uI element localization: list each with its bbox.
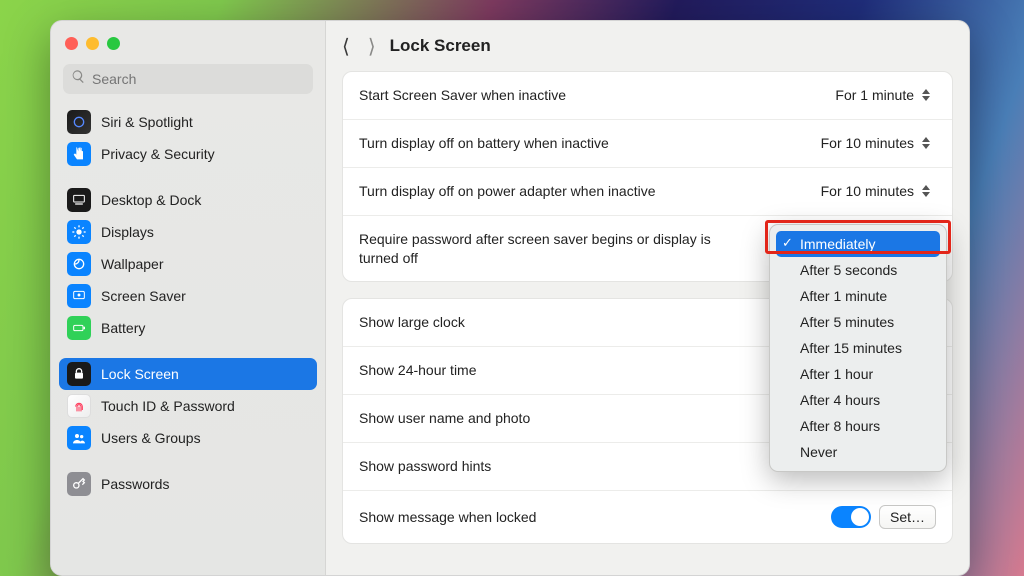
lock-icon: [67, 362, 91, 386]
siri-icon: [67, 110, 91, 134]
sidebar-item-label: Siri & Spotlight: [101, 114, 193, 130]
dropdown-option[interactable]: After 15 minutes: [776, 335, 940, 361]
sidebar-item-label: Displays: [101, 224, 154, 240]
sidebar: Siri & Spotlight Privacy & Security Desk…: [51, 21, 326, 575]
setting-popup-button[interactable]: For 10 minutes: [821, 182, 936, 200]
sidebar-item-users[interactable]: Users & Groups: [59, 422, 317, 454]
setting-display-off-adapter: Turn display off on power adapter when i…: [343, 168, 952, 216]
toggle-switch[interactable]: [831, 506, 871, 528]
sidebar-item-label: Passwords: [101, 476, 169, 492]
require-password-dropdown[interactable]: Immediately After 5 seconds After 1 minu…: [769, 224, 947, 472]
setting-label: Turn display off on battery when inactiv…: [359, 134, 821, 153]
forward-button: ⟩: [368, 34, 376, 59]
dropdown-option[interactable]: After 5 seconds: [776, 257, 940, 283]
sidebar-item-lockscreen[interactable]: Lock Screen: [59, 358, 317, 390]
chevron-updown-icon: [922, 134, 936, 152]
users-icon: [67, 426, 91, 450]
nav-buttons: ⟨ ⟩: [342, 34, 376, 59]
setting-display-off-battery: Turn display off on battery when inactiv…: [343, 120, 952, 168]
sidebar-item-touchid[interactable]: Touch ID & Password: [59, 390, 317, 422]
search-input[interactable]: [92, 71, 305, 87]
page-title: Lock Screen: [390, 36, 491, 56]
sidebar-item-label: Wallpaper: [101, 256, 164, 272]
setting-value: For 1 minute: [835, 87, 914, 103]
search-icon: [71, 69, 86, 89]
sidebar-item-label: Users & Groups: [101, 430, 201, 446]
sidebar-item-wallpaper[interactable]: Wallpaper: [59, 248, 317, 280]
sun-icon: [67, 220, 91, 244]
hand-icon: [67, 142, 91, 166]
wallpaper-icon: [67, 252, 91, 276]
sidebar-item-label: Touch ID & Password: [101, 398, 235, 414]
setting-popup-button[interactable]: For 10 minutes: [821, 134, 936, 152]
sidebar-item-label: Desktop & Dock: [101, 192, 201, 208]
setting-screensaver-inactive: Start Screen Saver when inactive For 1 m…: [343, 72, 952, 120]
dropdown-option[interactable]: After 5 minutes: [776, 309, 940, 335]
sidebar-item-siri[interactable]: Siri & Spotlight: [59, 106, 317, 138]
setting-label: Require password after screen saver begi…: [359, 230, 739, 268]
sidebar-item-label: Battery: [101, 320, 145, 336]
sidebar-item-desktop[interactable]: Desktop & Dock: [59, 184, 317, 216]
sidebar-item-passwords[interactable]: Passwords: [59, 468, 317, 500]
setting-message-locked: Show message when locked Set…: [343, 491, 952, 543]
sidebar-item-displays[interactable]: Displays: [59, 216, 317, 248]
dock-icon: [67, 188, 91, 212]
sidebar-list: Siri & Spotlight Privacy & Security Desk…: [51, 106, 325, 575]
dropdown-option[interactable]: Never: [776, 439, 940, 465]
title-bar: ⟨ ⟩ Lock Screen: [326, 21, 969, 71]
sidebar-item-battery[interactable]: Battery: [59, 312, 317, 344]
setting-popup-button[interactable]: For 1 minute: [835, 86, 936, 104]
sidebar-item-privacy[interactable]: Privacy & Security: [59, 138, 317, 170]
close-window[interactable]: [65, 37, 78, 50]
minimize-window[interactable]: [86, 37, 99, 50]
window-controls: [51, 31, 325, 64]
dropdown-option[interactable]: After 4 hours: [776, 387, 940, 413]
screensaver-icon: [67, 284, 91, 308]
setting-value: For 10 minutes: [821, 183, 914, 199]
setting-value: For 10 minutes: [821, 135, 914, 151]
dropdown-option[interactable]: After 8 hours: [776, 413, 940, 439]
set-button[interactable]: Set…: [879, 505, 936, 529]
setting-label: Turn display off on power adapter when i…: [359, 182, 821, 201]
search-field[interactable]: [63, 64, 313, 94]
dropdown-option[interactable]: Immediately: [776, 231, 940, 257]
chevron-updown-icon: [922, 182, 936, 200]
setting-label: Show message when locked: [359, 508, 831, 527]
sidebar-item-label: Screen Saver: [101, 288, 186, 304]
fingerprint-icon: [67, 394, 91, 418]
back-button[interactable]: ⟨: [342, 34, 350, 59]
key-icon: [67, 472, 91, 496]
dropdown-option[interactable]: After 1 hour: [776, 361, 940, 387]
zoom-window[interactable]: [107, 37, 120, 50]
battery-icon: [67, 316, 91, 340]
sidebar-item-screensaver[interactable]: Screen Saver: [59, 280, 317, 312]
dropdown-option[interactable]: After 1 minute: [776, 283, 940, 309]
setting-label: Start Screen Saver when inactive: [359, 86, 835, 105]
sidebar-item-label: Lock Screen: [101, 366, 179, 382]
sidebar-item-label: Privacy & Security: [101, 146, 215, 162]
chevron-updown-icon: [922, 86, 936, 104]
